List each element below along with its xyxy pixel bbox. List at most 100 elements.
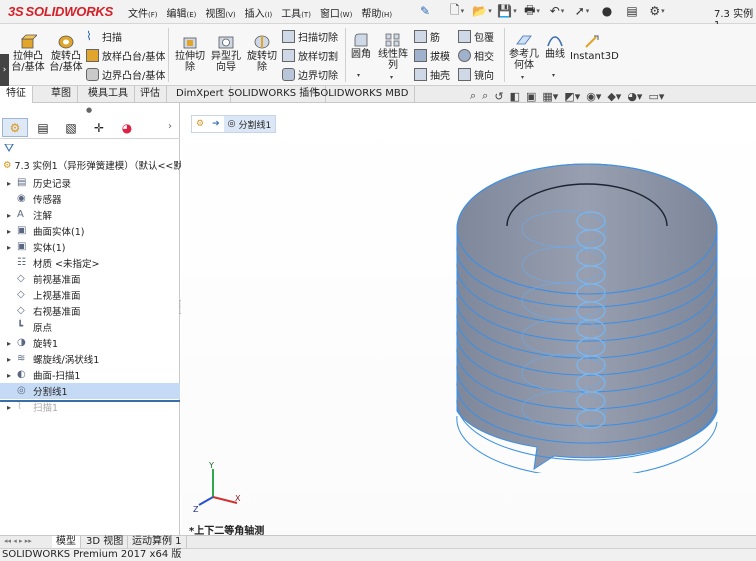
pattern-dropdown-icon[interactable]: ▾ xyxy=(390,74,393,81)
fillet-button[interactable]: 圆角 xyxy=(348,32,374,60)
mirror-button[interactable]: 镜向 xyxy=(458,66,494,82)
options-icon[interactable]: ⚙ ▾ xyxy=(648,2,666,20)
hole-wizard-button[interactable]: 异型孔 向导 xyxy=(207,34,245,73)
tree-node[interactable]: ◇ 右视基准面 xyxy=(0,303,180,319)
loft-boss-button[interactable]: 放样凸台/基体 xyxy=(86,47,165,63)
tree-node[interactable]: ◇ 上视基准面 xyxy=(0,287,180,303)
fillet-dropdown-icon[interactable]: ▾ xyxy=(357,72,360,79)
menu-window[interactable]: 窗口(W) xyxy=(320,5,352,20)
extrude-cut-button[interactable]: 拉伸切 除 xyxy=(171,34,209,73)
menu-view[interactable]: 视图(V) xyxy=(205,5,235,20)
view-orientation-icon[interactable]: ▦▾ xyxy=(542,90,558,103)
boundary-boss-button[interactable]: 边界凸台/基体 xyxy=(86,66,165,82)
sweep-cut-button[interactable]: 扫描切除 xyxy=(282,28,338,44)
new-document-icon[interactable]: 🗋 ▾ xyxy=(448,2,466,20)
tree-node[interactable]: ▸ ≋ 螺旋线/涡状线1 xyxy=(0,351,180,367)
chevron-right-icon[interactable]: › xyxy=(168,121,172,132)
spring-model[interactable] xyxy=(439,151,739,473)
tab-features[interactable]: 特征 xyxy=(0,86,33,103)
rollback-bar[interactable] xyxy=(0,400,180,402)
view-settings-icon[interactable]: ▭▾ xyxy=(648,90,664,103)
menu-help[interactable]: 帮助(H) xyxy=(361,5,392,20)
expand-arrow-icon[interactable]: ▸ xyxy=(4,179,14,188)
property-manager-icon[interactable]: ▤ xyxy=(30,118,56,137)
hide-show-icon[interactable]: ◉▾ xyxy=(586,90,601,103)
save-icon[interactable]: 💾 ▾ xyxy=(497,2,516,20)
print-icon[interactable]: 🖶 ▾ xyxy=(523,2,541,20)
tab-evaluate[interactable]: 评估 xyxy=(134,86,167,103)
extrude-boss-button[interactable]: 拉伸凸 台/基体 xyxy=(8,34,48,73)
draft-button[interactable]: 拔模 xyxy=(414,47,450,63)
featuremanager-tree-icon[interactable]: ⚙ xyxy=(2,118,28,137)
menu-file[interactable]: 文件(F) xyxy=(128,5,158,20)
intersect-button[interactable]: 相交 xyxy=(458,47,494,63)
expand-arrow-icon[interactable]: ▸ xyxy=(4,355,14,364)
expand-arrow-icon[interactable]: ▸ xyxy=(4,371,14,380)
instant3d-button[interactable]: Instant3D xyxy=(570,34,619,62)
tab-3d-view[interactable]: 3D 视图 xyxy=(82,536,129,548)
configuration-manager-icon[interactable]: ▧ xyxy=(58,118,84,137)
tree-node[interactable]: ◎ 分割线1 xyxy=(0,383,180,399)
display-style-icon[interactable]: ◩▾ xyxy=(564,90,580,103)
expand-arrow-icon[interactable]: ▸ xyxy=(4,211,14,220)
tab-motion-study[interactable]: 运动算例 1 xyxy=(128,536,187,548)
tree-node[interactable]: ▸ ▣ 实体(1) xyxy=(0,239,180,255)
filter-icon[interactable]: ⛛ xyxy=(4,141,14,156)
rib-button[interactable]: 筋 xyxy=(414,28,440,44)
expand-arrow-icon[interactable]: ▸ xyxy=(4,227,14,236)
tab-mold-tools[interactable]: 模具工具 xyxy=(82,86,135,103)
previous-view-icon[interactable]: ↺ xyxy=(494,90,503,103)
tab-model[interactable]: 模型 xyxy=(52,536,81,548)
sweep-button[interactable]: ⌇ 扫描 xyxy=(86,28,122,44)
undo-icon[interactable]: ↶ ▾ xyxy=(548,2,566,20)
dimxpert-manager-icon[interactable]: ✛ xyxy=(86,118,112,137)
reference-geometry-button[interactable]: 参考几 何体 xyxy=(507,32,541,71)
menu-tools[interactable]: 工具(T) xyxy=(281,5,311,20)
arrow-breadcrumb-icon[interactable]: ➔ xyxy=(208,116,224,132)
breadcrumb-current[interactable]: ◎ 分割线1 xyxy=(223,116,276,132)
solidworks-logo[interactable]: 3S SOLIDWORKS xyxy=(8,4,113,19)
pin-icon[interactable]: ✎ xyxy=(420,4,430,18)
tree-node[interactable]: ▸ A 注解 xyxy=(0,207,180,223)
tree-node[interactable]: ▸ ▣ 曲面实体(1) xyxy=(0,223,180,239)
loft-cut-button[interactable]: 放样切割 xyxy=(282,47,338,63)
menu-edit[interactable]: 编辑(E) xyxy=(167,5,197,20)
tree-node[interactable]: ┗ 原点 xyxy=(0,319,180,335)
open-icon[interactable]: 📂 ▾ xyxy=(472,2,491,20)
edit-appearance-icon[interactable]: ◆▾ xyxy=(607,90,621,103)
tree-node[interactable]: ▸ ▤ 历史记录 xyxy=(0,175,180,191)
reference-dropdown-icon[interactable]: ▾ xyxy=(521,74,524,81)
section-view-icon[interactable]: ◧ xyxy=(510,90,520,103)
curves-button[interactable]: 曲线 xyxy=(542,32,568,60)
expand-arrow-icon[interactable]: ▸ xyxy=(4,403,14,412)
part-root-node[interactable]: ⚙ 7.3 实例1（异形弹簧建模）（默认<<默认 xyxy=(3,158,192,173)
dynamic-annotation-icon[interactable]: ▣ xyxy=(526,90,536,103)
graphics-area[interactable]: ⚙ ➔ ◎ 分割线1 Y X Z *上下二等角轴测 xyxy=(181,103,756,537)
tree-node[interactable]: ▸ ◐ 曲面-扫描1 xyxy=(0,367,180,383)
zoom-to-fit-icon[interactable]: ⌕ xyxy=(470,89,476,103)
expand-arrow-icon[interactable]: ▸ xyxy=(4,339,14,348)
wrap-button[interactable]: 包覆 xyxy=(458,28,494,44)
revolve-cut-button[interactable]: 旋转切 除 xyxy=(243,34,281,73)
tab-sketch[interactable]: 草图 xyxy=(45,86,78,103)
tree-node[interactable]: ▸ ◑ 旋转1 xyxy=(0,335,180,351)
display-manager-icon[interactable]: ◕ xyxy=(114,118,140,137)
file-properties-icon[interactable]: ▤ xyxy=(623,2,641,20)
rebuild-icon[interactable]: ● xyxy=(598,2,616,20)
curves-dropdown-icon[interactable]: ▾ xyxy=(552,72,555,79)
tree-node[interactable]: ◉ 传感器 xyxy=(0,191,180,207)
shell-button[interactable]: 抽壳 xyxy=(414,66,450,82)
linear-pattern-button[interactable]: 线性阵 列 xyxy=(376,32,410,71)
part-breadcrumb-icon[interactable]: ⚙ xyxy=(192,116,208,132)
expand-arrow-icon[interactable]: ▸ xyxy=(4,243,14,252)
tab-solidworks-mbd[interactable]: SOLIDWORKS MBD xyxy=(308,86,416,103)
boundary-cut-button[interactable]: 边界切除 xyxy=(282,66,338,82)
zoom-area-icon[interactable]: ⌕ xyxy=(482,89,488,103)
revolve-boss-button[interactable]: 旋转凸 台/基体 xyxy=(46,34,86,73)
tree-node[interactable]: ◇ 前视基准面 xyxy=(0,271,180,287)
apply-scene-icon[interactable]: ◕▾ xyxy=(627,90,642,103)
menu-insert[interactable]: 插入(I) xyxy=(245,5,273,20)
panel-collapse-icon[interactable]: ● xyxy=(86,106,92,114)
tree-node[interactable]: ☷ 材质 <未指定> xyxy=(0,255,180,271)
tab-nav-arrows-icon[interactable]: ◂◂ ◂ ▸ ▸▸ xyxy=(4,537,32,545)
